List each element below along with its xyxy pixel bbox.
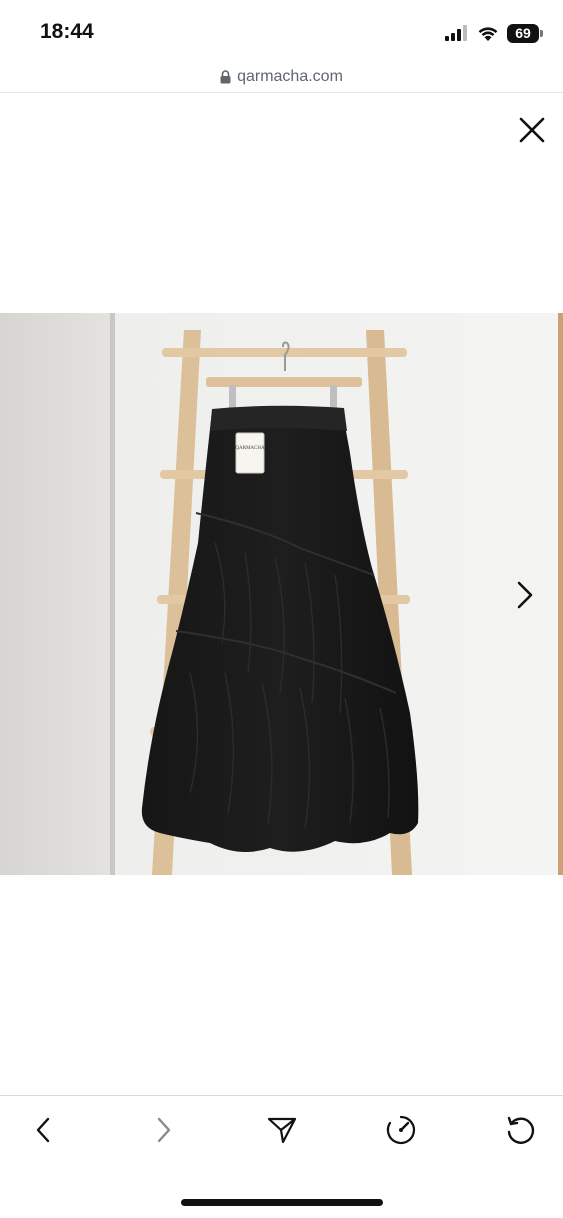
reload-button[interactable] (500, 1110, 540, 1150)
address-bar[interactable]: qarmacha.com (0, 62, 563, 92)
battery-indicator: 69 (507, 23, 543, 43)
reload-icon (507, 1116, 535, 1144)
forward-icon (157, 1117, 171, 1143)
url-text: qarmacha.com (237, 68, 343, 85)
product-photo: QARMACHA (0, 313, 563, 875)
status-time: 18:44 (40, 20, 94, 43)
signal-icon (445, 25, 467, 41)
lock-icon (220, 70, 231, 84)
share-icon (267, 1117, 297, 1144)
speedometer-icon (386, 1115, 416, 1145)
close-icon (519, 117, 545, 143)
back-button[interactable] (24, 1110, 64, 1150)
next-image-button[interactable] (510, 578, 540, 612)
close-button[interactable] (516, 114, 548, 146)
back-icon (36, 1117, 50, 1143)
browser-toolbar (0, 1096, 563, 1168)
chevron-right-icon (517, 581, 533, 609)
hang-tag-text: QARMACHA (235, 446, 265, 451)
status-icons: 69 (445, 22, 543, 44)
share-button[interactable] (262, 1110, 302, 1150)
wifi-icon (478, 26, 498, 41)
status-bar: 18:44 69 (0, 0, 563, 62)
speed-button[interactable] (381, 1110, 421, 1150)
battery-level: 69 (515, 25, 531, 41)
forward-button[interactable] (143, 1110, 183, 1150)
skirt-image: QARMACHA (0, 313, 563, 875)
home-indicator (181, 1199, 383, 1206)
address-bar-divider (0, 92, 563, 93)
